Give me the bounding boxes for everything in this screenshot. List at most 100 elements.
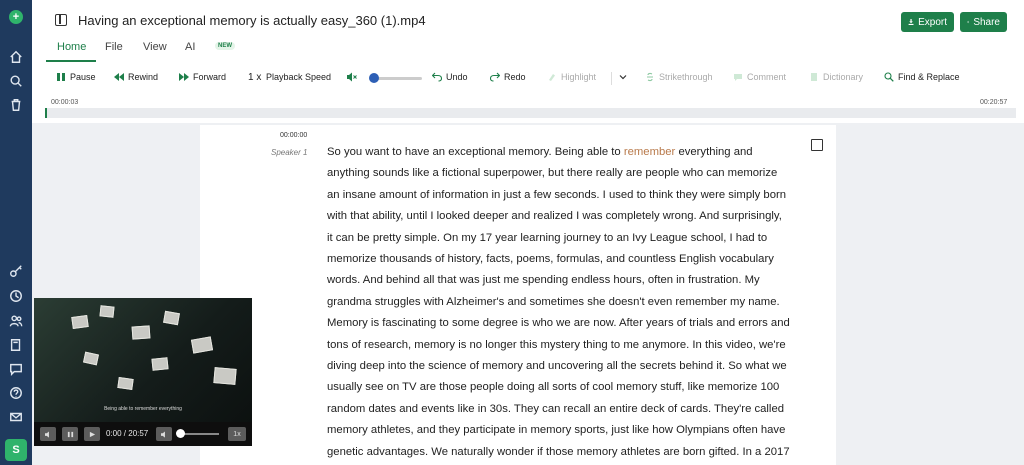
pause-label: Pause <box>70 72 96 82</box>
share-button[interactable]: Share <box>960 12 1007 32</box>
transcript-segment[interactable]: grandma struggles with Alzheimer's and s… <box>327 296 780 308</box>
tab-home[interactable]: Home <box>57 41 86 53</box>
rewind-button[interactable]: Rewind <box>114 72 158 82</box>
find-icon <box>884 72 894 82</box>
timeline-track[interactable] <box>45 108 1016 118</box>
key-icon[interactable] <box>8 263 24 279</box>
transcript-line[interactable]: random dates and events like in 30s. The… <box>327 399 797 420</box>
toolbar-divider <box>611 72 612 85</box>
transcript-line[interactable]: grandma struggles with Alzheimer's and s… <box>327 292 797 313</box>
transcript-line[interactable]: genetic advantages. We naturally wonder … <box>327 442 797 463</box>
timeline-playhead[interactable] <box>45 108 47 118</box>
export-button[interactable]: Export <box>901 12 954 32</box>
transcript-line[interactable]: memorize thousands of history, facts, po… <box>327 249 797 270</box>
rewind-icon <box>114 73 124 81</box>
transcript-line[interactable]: diving deep into the science of memory a… <box>327 356 797 377</box>
video-frame-detail <box>163 310 180 326</box>
transcript-line[interactable]: memory athletes, and they participate in… <box>327 420 797 441</box>
transcript-segment[interactable]: with that ability, until I looked deeper… <box>327 210 782 222</box>
comment-button[interactable]: Comment <box>733 72 786 82</box>
title-bar: Having an exceptional memory is actually… <box>32 0 1024 40</box>
transcript-segment[interactable]: memorize thousands of history, facts, po… <box>327 253 774 265</box>
tab-file[interactable]: File <box>105 41 123 53</box>
export-icon <box>908 18 914 26</box>
transcript-segment[interactable]: So you want to have an exceptional memor… <box>327 146 624 158</box>
video-volume-button[interactable] <box>40 427 56 441</box>
highlighted-word[interactable]: remember <box>624 146 675 158</box>
more-dropdown[interactable] <box>618 72 628 82</box>
video-volume-slider[interactable] <box>179 433 219 435</box>
video-frame-detail <box>99 305 115 318</box>
pause-icon <box>57 73 65 81</box>
redo-button[interactable]: Redo <box>490 72 526 82</box>
speaker-label[interactable]: Speaker 1 <box>271 148 307 157</box>
video-pause-button[interactable] <box>62 427 78 441</box>
pause-button[interactable]: Pause <box>56 72 96 82</box>
undo-button[interactable]: Undo <box>432 72 468 82</box>
transcript-line[interactable]: Memory is fascinating to some degree is … <box>327 313 797 334</box>
logo-icon[interactable]: + <box>9 10 23 24</box>
strikethrough-button[interactable]: Strikethrough <box>645 72 713 82</box>
transcript-line[interactable]: words. And behind all that was just me s… <box>327 270 797 291</box>
transcript-line[interactable]: it can be pretty simple. On my 17 year l… <box>327 228 797 249</box>
transcript-segment[interactable]: Memory is fascinating to some degree is … <box>327 317 790 329</box>
transcript-line[interactable]: with that ability, until I looked deeper… <box>327 206 797 227</box>
clock-icon[interactable] <box>8 288 24 304</box>
transcript-line[interactable]: usually see on TV are those people doing… <box>327 377 797 398</box>
avatar[interactable]: S <box>5 439 27 461</box>
transcript-segment[interactable]: words. And behind all that was just me s… <box>327 274 760 286</box>
transcript-segment[interactable]: tons of research, memory is no longer th… <box>327 339 786 351</box>
video-forward-button[interactable] <box>84 427 100 441</box>
transcript-segment[interactable]: an insane amount of information in just … <box>327 189 786 201</box>
share-icon <box>967 20 970 24</box>
video-speed-button[interactable]: 1x <box>228 427 246 441</box>
dictionary-button[interactable]: Dictionary <box>809 72 863 82</box>
pause-icon <box>67 431 73 437</box>
highlight-button[interactable]: Highlight <box>547 72 596 82</box>
video-player[interactable]: Being able to remember everything 0:00 /… <box>34 298 252 446</box>
transcript-line[interactable]: anything sounds like a fictional superpo… <box>327 163 797 184</box>
chat-icon[interactable] <box>8 361 24 377</box>
tab-ai[interactable]: AI <box>185 41 195 53</box>
transcript-line[interactable]: an insane amount of information in just … <box>327 185 797 206</box>
transcript-segment[interactable]: memory athletes, and they participate in… <box>327 424 785 436</box>
transcript-line[interactable]: tons of research, memory is no longer th… <box>327 335 797 356</box>
volume-button[interactable] <box>347 72 357 82</box>
transcript-segment[interactable]: usually see on TV are those people doing… <box>327 381 779 393</box>
home-icon[interactable] <box>8 49 24 65</box>
search-icon[interactable] <box>8 73 24 89</box>
undo-label: Undo <box>446 72 468 82</box>
volume-slider-knob[interactable] <box>369 73 379 83</box>
transcript-segment[interactable]: anything sounds like a fictional superpo… <box>327 167 777 179</box>
playback-speed-button[interactable]: Playback Speed <box>266 72 331 82</box>
transcript-text[interactable]: So you want to have an exceptional memor… <box>327 142 797 463</box>
transcript-line[interactable]: So you want to have an exceptional memor… <box>327 142 797 163</box>
forward-button[interactable]: Forward <box>179 72 226 82</box>
strikethrough-label: Strikethrough <box>659 72 713 82</box>
share-label: Share <box>973 16 1000 28</box>
transcript-segment[interactable]: diving deep into the science of memory a… <box>327 360 787 372</box>
tab-active-indicator <box>46 60 96 62</box>
transcript-segment[interactable]: genetic advantages. We naturally wonder … <box>327 446 790 458</box>
playback-speed-value[interactable]: 1 x <box>248 72 261 83</box>
video-time: 0:00 / 20:57 <box>106 429 149 438</box>
help-icon[interactable] <box>8 385 24 401</box>
segment-checkbox[interactable] <box>811 139 823 151</box>
transcript-segment[interactable]: it can be pretty simple. On my 17 year l… <box>327 232 767 244</box>
rewind-label: Rewind <box>128 72 159 82</box>
transcript-segment[interactable]: everything and <box>675 146 752 158</box>
panel-toggle-icon[interactable] <box>55 14 67 26</box>
trash-icon[interactable] <box>8 97 24 113</box>
transcript-segment[interactable]: random dates and events like in 30s. The… <box>327 403 784 415</box>
segment-timestamp[interactable]: 00:00:00 <box>280 132 307 139</box>
comment-icon <box>734 74 742 81</box>
find-replace-button[interactable]: Find & Replace <box>884 72 960 82</box>
video-mute-button[interactable] <box>156 427 172 441</box>
transcript-panel: 00:00:00 Speaker 1 So you want to have a… <box>200 125 836 465</box>
mail-icon[interactable] <box>8 409 24 425</box>
book-icon[interactable] <box>8 337 24 353</box>
tab-view[interactable]: View <box>143 41 167 53</box>
video-volume-knob[interactable] <box>176 429 185 438</box>
volume-slider[interactable] <box>372 77 422 80</box>
users-icon[interactable] <box>8 313 24 329</box>
